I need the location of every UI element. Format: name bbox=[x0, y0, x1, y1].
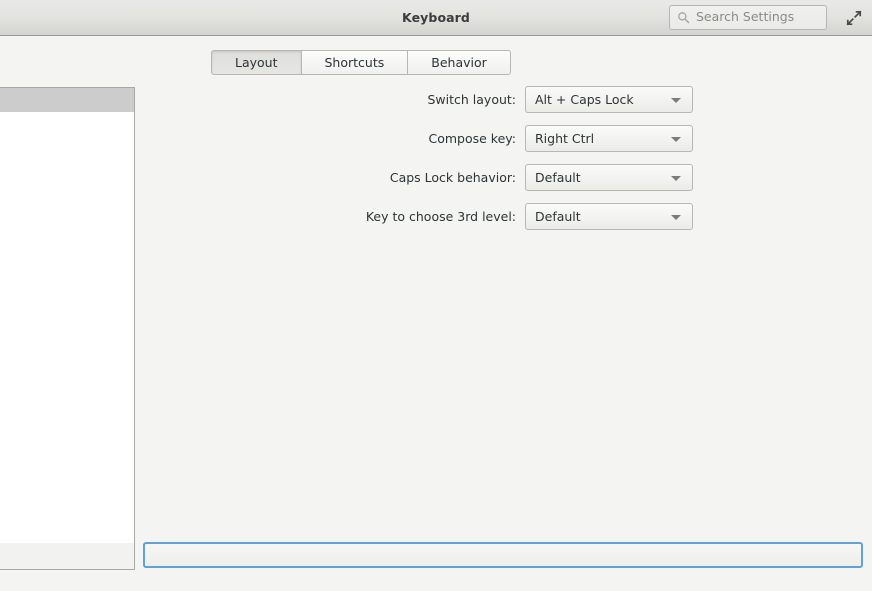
row-compose-key: Compose key: Right Ctrl bbox=[0, 125, 872, 164]
caps-lock-behavior-label: Caps Lock behavior: bbox=[389, 170, 516, 185]
search-placeholder: Search Settings bbox=[696, 9, 795, 25]
third-level-key-value: Default bbox=[535, 209, 581, 224]
tab-layout[interactable]: Layout bbox=[211, 50, 302, 75]
switch-layout-value: Alt + Caps Lock bbox=[535, 92, 634, 107]
third-level-key-label: Key to choose 3rd level: bbox=[365, 209, 516, 224]
search-input[interactable]: Search Settings bbox=[669, 5, 827, 30]
compose-key-label: Compose key: bbox=[428, 131, 517, 146]
tab-behavior[interactable]: Behavior bbox=[408, 50, 511, 75]
compose-key-value: Right Ctrl bbox=[535, 131, 595, 146]
settings-tabbar: Layout Shortcuts Behavior bbox=[211, 50, 511, 75]
chevron-down-icon bbox=[671, 137, 681, 142]
tab-shortcuts[interactable]: Shortcuts bbox=[301, 50, 409, 75]
switch-layout-label: Switch layout: bbox=[427, 92, 516, 107]
row-third-level-key: Key to choose 3rd level: Default bbox=[0, 203, 872, 242]
chevron-down-icon bbox=[671, 98, 681, 103]
layout-list-toolbar[interactable] bbox=[0, 543, 135, 570]
caps-lock-behavior-dropdown[interactable]: Default bbox=[525, 164, 693, 191]
compose-key-dropdown[interactable]: Right Ctrl bbox=[525, 125, 693, 152]
caps-lock-behavior-value: Default bbox=[535, 170, 581, 185]
bottom-focused-bar[interactable] bbox=[143, 542, 863, 568]
chevron-down-icon bbox=[671, 176, 681, 181]
row-switch-layout: Switch layout: Alt + Caps Lock bbox=[0, 86, 872, 125]
third-level-key-dropdown[interactable]: Default bbox=[525, 203, 693, 230]
switch-layout-dropdown[interactable]: Alt + Caps Lock bbox=[525, 86, 693, 113]
search-icon bbox=[677, 11, 690, 24]
chevron-down-icon bbox=[671, 215, 681, 220]
row-caps-lock-behavior: Caps Lock behavior: Default bbox=[0, 164, 872, 203]
keyboard-layout-settings-form: Switch layout: Alt + Caps Lock Compose k… bbox=[0, 86, 872, 242]
window-titlebar: Keyboard Search Settings bbox=[0, 0, 872, 36]
maximize-diagonal-arrows-icon[interactable] bbox=[845, 9, 863, 27]
